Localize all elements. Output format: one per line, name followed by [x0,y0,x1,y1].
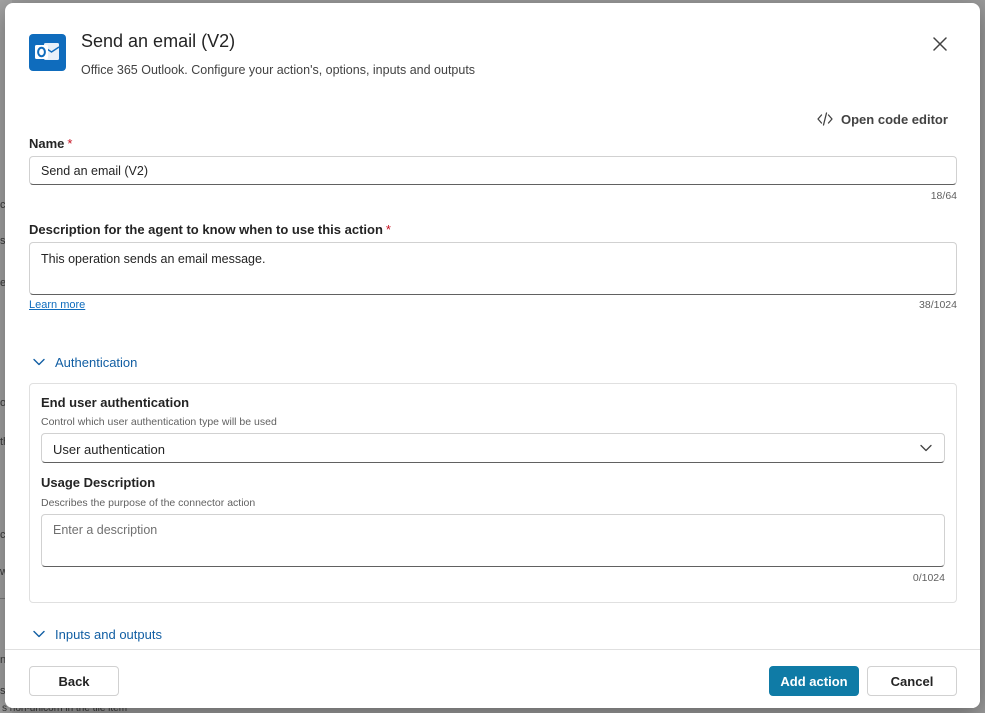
usage-description-label: Usage Description [41,475,156,490]
description-counter: 38/1024 [919,299,957,311]
description-label: Description for the agent to know when t… [29,222,391,237]
back-button[interactable]: Back [29,666,119,696]
usage-description-counter: 0/1024 [912,572,945,584]
end-user-auth-hint: Control which user authentication type w… [41,416,277,428]
name-counter: 18/64 [930,190,957,202]
description-textarea[interactable]: This operation sends an email message. [29,242,957,295]
chevron-down-icon [920,444,932,452]
end-user-auth-label: End user authentication [41,395,190,410]
close-button[interactable] [925,29,955,59]
required-mark: * [385,222,391,237]
outlook-icon [29,34,66,71]
inputs-outputs-section-toggle[interactable]: Inputs and outputs [33,624,162,644]
auth-type-dropdown[interactable]: User authentication [41,433,945,463]
chevron-down-icon [33,630,45,638]
cancel-button[interactable]: Cancel [867,666,957,696]
open-code-editor-label: Open code editor [841,111,948,127]
authentication-section-label: Authentication [55,354,138,370]
learn-more-link[interactable]: Learn more [29,299,85,311]
name-label-text: Name [29,136,65,151]
name-label: Name * [29,136,72,151]
send-email-dialog: Send an email (V2) Office 365 Outlook. C… [5,3,980,708]
dialog-footer: Back Add action Cancel [5,649,980,708]
name-input[interactable] [29,156,957,185]
dialog-subtitle: Office 365 Outlook. Configure your actio… [81,63,476,77]
inputs-outputs-section-label: Inputs and outputs [55,626,162,642]
close-icon [933,37,947,51]
description-label-text: Description for the agent to know when t… [29,222,383,237]
auth-type-selected: User authentication [53,442,166,457]
add-action-button[interactable]: Add action [769,666,859,696]
chevron-down-icon [33,358,45,366]
usage-description-textarea[interactable] [41,514,945,567]
authentication-card: End user authentication Control which us… [29,383,957,603]
authentication-section-toggle[interactable]: Authentication [33,352,137,372]
required-mark: * [67,136,73,151]
open-code-editor-button[interactable]: Open code editor [817,109,948,129]
dialog-header: Send an email (V2) Office 365 Outlook. C… [5,3,980,103]
code-icon [817,112,833,126]
usage-description-hint: Describes the purpose of the connector a… [41,497,256,509]
dialog-title: Send an email (V2) [81,31,236,51]
